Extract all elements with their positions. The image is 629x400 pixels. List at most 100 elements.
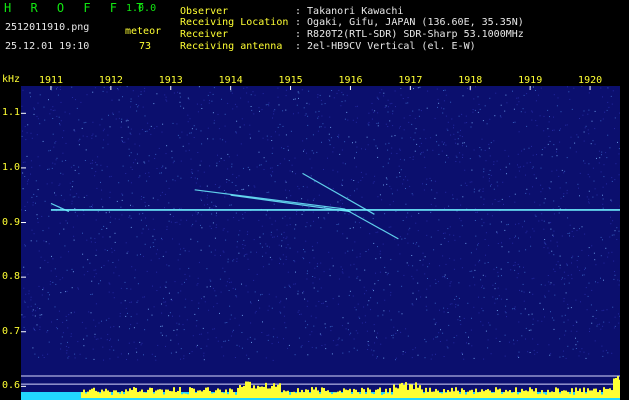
noise-pixel — [311, 150, 313, 152]
noise-pixel — [21, 209, 22, 211]
noise-pixel — [126, 288, 128, 290]
noise-pixel — [157, 249, 158, 251]
noise-pixel — [382, 314, 384, 316]
noise-pixel — [189, 275, 191, 277]
noise-pixel — [86, 195, 88, 197]
spectrum-bar — [495, 387, 497, 398]
noise-pixel — [244, 244, 246, 246]
noise-pixel — [179, 268, 181, 270]
noise-pixel — [303, 290, 305, 292]
noise-pixel — [588, 202, 590, 204]
noise-pixel — [514, 261, 516, 263]
noise-pixel — [172, 162, 174, 164]
noise-pixel — [611, 177, 613, 179]
noise-pixel — [130, 217, 132, 219]
noise-pixel — [289, 190, 290, 192]
noise-pixel — [191, 172, 193, 174]
noise-pixel — [137, 162, 139, 164]
noise-pixel — [274, 181, 276, 183]
noise-pixel — [462, 353, 463, 355]
noise-pixel — [519, 289, 520, 291]
noise-pixel — [249, 169, 251, 171]
noise-pixel — [491, 215, 493, 217]
noise-pixel — [384, 213, 386, 215]
noise-pixel — [559, 267, 561, 269]
noise-pixel — [559, 356, 561, 358]
noise-pixel — [73, 235, 75, 237]
noise-pixel — [475, 212, 477, 213]
noise-pixel — [241, 283, 242, 285]
noise-pixel — [438, 153, 440, 155]
noise-pixel — [287, 271, 289, 273]
spectrum-bar — [201, 391, 203, 398]
noise-pixel — [92, 121, 94, 123]
spectrum-bar — [445, 392, 447, 398]
noise-pixel — [287, 145, 289, 147]
noise-pixel — [65, 220, 67, 222]
noise-pixel — [532, 338, 534, 340]
noise-pixel — [614, 230, 616, 232]
noise-pixel — [496, 266, 498, 268]
spectrum-bar — [423, 393, 425, 398]
noise-pixel — [303, 150, 304, 152]
noise-pixel — [465, 242, 467, 244]
noise-pixel — [244, 254, 246, 255]
noise-pixel — [390, 319, 392, 321]
noise-pixel — [84, 160, 86, 161]
noise-pixel — [377, 196, 379, 198]
noise-pixel — [385, 337, 387, 339]
noise-pixel — [262, 93, 264, 95]
noise-pixel — [445, 144, 447, 146]
noise-pixel — [436, 192, 438, 194]
noise-pixel — [544, 198, 546, 200]
noise-pixel — [583, 131, 585, 133]
noise-pixel — [183, 107, 185, 109]
x-tick-label: 1911 — [38, 75, 64, 86]
noise-pixel — [147, 319, 149, 321]
noise-pixel — [214, 184, 216, 185]
noise-pixel — [285, 256, 287, 258]
noise-pixel — [329, 275, 331, 277]
x-tick-label: 1915 — [278, 75, 303, 86]
noise-pixel — [368, 300, 370, 302]
noise-pixel — [547, 247, 549, 249]
noise-pixel — [236, 120, 238, 122]
noise-pixel — [48, 168, 50, 170]
y-tick-label: 0.8 — [2, 271, 21, 283]
noise-pixel — [380, 343, 382, 345]
noise-pixel — [67, 341, 68, 343]
noise-pixel — [254, 94, 256, 96]
noise-pixel — [500, 104, 502, 106]
noise-pixel — [469, 285, 471, 287]
noise-pixel — [609, 147, 611, 149]
spectrum-bar — [393, 384, 395, 398]
noise-pixel — [192, 214, 193, 216]
noise-pixel — [316, 265, 318, 267]
spectrum-bar — [425, 387, 427, 398]
noise-pixel — [532, 293, 534, 295]
noise-pixel — [576, 134, 578, 136]
noise-pixel — [376, 336, 377, 338]
noise-pixel — [586, 196, 588, 198]
noise-pixel — [165, 305, 167, 307]
noise-pixel — [470, 126, 472, 128]
noise-pixel — [342, 317, 344, 319]
noise-pixel — [355, 141, 357, 143]
noise-pixel — [21, 272, 23, 274]
noise-pixel — [456, 198, 458, 200]
noise-pixel — [606, 309, 608, 311]
noise-pixel — [379, 271, 381, 273]
noise-pixel — [247, 231, 249, 233]
noise-pixel — [136, 153, 138, 155]
noise-pixel — [592, 140, 594, 142]
noise-pixel — [524, 308, 526, 310]
noise-pixel — [471, 317, 472, 319]
noise-pixel — [22, 130, 23, 132]
noise-pixel — [144, 201, 146, 203]
noise-pixel — [203, 352, 205, 354]
noise-pixel — [452, 198, 454, 200]
noise-pixel — [197, 277, 199, 279]
noise-pixel — [228, 179, 230, 181]
noise-pixel — [270, 136, 272, 138]
noise-pixel — [425, 341, 427, 343]
